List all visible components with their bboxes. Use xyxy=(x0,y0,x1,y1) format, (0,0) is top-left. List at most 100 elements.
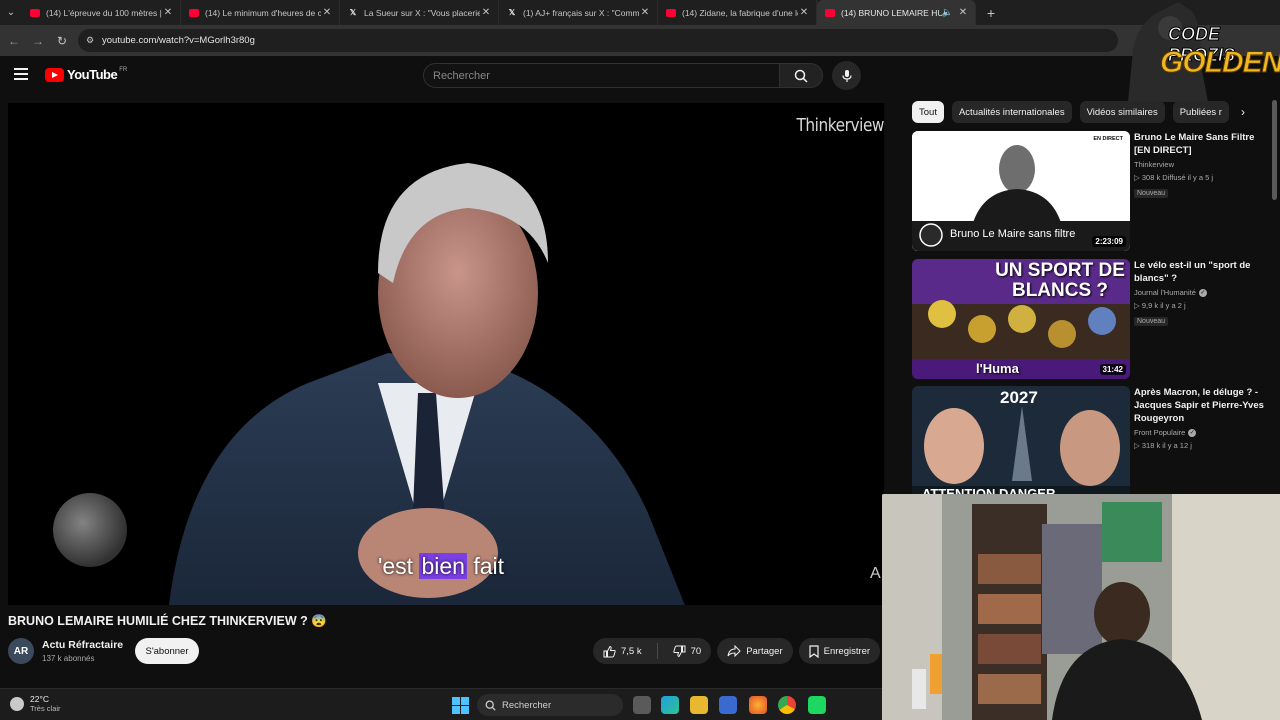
recommendation-meta: ▷ 9,9 k il y a 2 j xyxy=(1134,301,1186,310)
recommendation-title[interactable]: Bruno Le Maire Sans Filtre [EN DIRECT] xyxy=(1134,131,1270,157)
share-button[interactable]: Partager xyxy=(717,638,793,664)
chevron-right-icon[interactable]: › xyxy=(1234,103,1252,121)
menu-icon[interactable] xyxy=(14,68,28,80)
recommendation-channel: Front Populaire ✓ xyxy=(1134,428,1270,437)
thumbs-up-icon xyxy=(603,645,616,657)
tab-title: (14) BRUNO LEMAIRE HUMI xyxy=(841,7,942,18)
recommendation-info: Le vélo est-il un "sport de blancs" ? Jo… xyxy=(1134,259,1270,328)
close-icon[interactable]: ✕ xyxy=(321,7,333,18)
dislike-button[interactable]: 70 xyxy=(672,645,712,658)
close-icon[interactable]: ✕ xyxy=(798,7,810,18)
app-icon[interactable] xyxy=(808,696,826,714)
chip-international-news[interactable]: Actualités internationales xyxy=(951,101,1072,123)
recommendation-title[interactable]: Le vélo est-il un "sport de blancs" ? xyxy=(1134,259,1270,285)
firefox-icon[interactable] xyxy=(749,696,767,714)
search-input[interactable] xyxy=(424,64,779,87)
file-explorer-icon[interactable] xyxy=(690,696,708,714)
youtube-icon xyxy=(30,8,40,17)
browser-tab-active[interactable]: (14) BRUNO LEMAIRE HUMI 🔈 ✕ xyxy=(817,0,976,25)
windows-start-icon[interactable] xyxy=(452,697,469,714)
weather-temperature: 22°C xyxy=(30,694,49,704)
browser-tab[interactable]: 𝕏 La Sueur sur X : "Vous placeriez ✕ xyxy=(340,0,499,25)
close-icon[interactable]: ✕ xyxy=(480,7,492,18)
chrome-icon[interactable] xyxy=(778,696,796,714)
close-icon[interactable]: ✕ xyxy=(162,7,174,18)
tab-title: (1) AJ+ français sur X : "Comme xyxy=(523,7,639,18)
back-icon[interactable]: ← xyxy=(2,34,26,48)
close-icon[interactable]: ✕ xyxy=(957,7,969,18)
bookmark-icon xyxy=(809,644,819,658)
edge-icon[interactable] xyxy=(661,696,679,714)
chip-all[interactable]: Tout xyxy=(912,101,944,123)
new-tab-icon[interactable]: + xyxy=(980,5,1002,21)
thumbs-down-icon xyxy=(672,645,686,657)
recommendation-title[interactable]: Après Macron, le déluge ? - Jacques Sapi… xyxy=(1134,386,1270,425)
recommendation-item[interactable]: 2027 ATTENTION DANGER Après Macron, le d… xyxy=(912,386,1272,506)
taskbar-search-label: Rechercher xyxy=(502,699,552,711)
subscribe-button[interactable]: S'abonner xyxy=(135,638,199,664)
dislike-count: 70 xyxy=(690,645,702,657)
speaker-icon[interactable]: 🔈 xyxy=(942,7,953,18)
channel-name[interactable]: Thinkerview xyxy=(1134,160,1174,169)
recommendation-channel: Journal l'Humanité ✓ xyxy=(1134,288,1270,297)
save-button[interactable]: Enregistrer xyxy=(798,638,881,664)
task-view-icon[interactable] xyxy=(633,696,651,714)
youtube-logo[interactable]: YouTube FR xyxy=(45,67,127,82)
weather-widget[interactable]: 22°C Très clair xyxy=(10,694,61,713)
share-label: Partager xyxy=(746,645,783,657)
close-icon[interactable]: ✕ xyxy=(639,7,651,18)
microphone-icon xyxy=(841,69,852,82)
chip-similar-videos[interactable]: Vidéos similaires xyxy=(1079,101,1165,123)
browser-tab[interactable]: (14) Zidane, la fabrique d'une le ✕ xyxy=(658,0,817,25)
thumbnail-caption: UN SPORT DE BLANCS ? xyxy=(995,260,1125,301)
like-button[interactable]: 7,5 k xyxy=(603,645,652,658)
microsoft-store-icon[interactable] xyxy=(719,696,737,714)
webcam-image xyxy=(882,494,1280,720)
webcam-overlay xyxy=(882,494,1280,720)
search-icon xyxy=(794,69,808,83)
recommendation-meta: ▷ 308 k Diffusé il y a 5 j xyxy=(1134,173,1213,182)
channel-name[interactable]: Actu Réfractaire xyxy=(42,639,123,651)
browser-tab[interactable]: 𝕏 (1) AJ+ français sur X : "Comme ✕ xyxy=(499,0,658,25)
channel-name[interactable]: Journal l'Humanité xyxy=(1134,288,1196,297)
video-frame-interviewee xyxy=(169,163,685,605)
recommendation-thumbnail[interactable]: EN DIRECT Bruno Le Maire sans filtre 2:2… xyxy=(912,131,1130,251)
browser-tab[interactable]: (14) L'épreuve du 100 mètres | ✕ xyxy=(22,0,181,25)
sidebar-scrollbar[interactable] xyxy=(1272,100,1277,200)
forward-icon[interactable]: → xyxy=(26,34,50,48)
recommendation-thumbnail[interactable]: 2027 ATTENTION DANGER xyxy=(912,386,1130,506)
address-bar[interactable]: ⚙ youtube.com/watch?v=MGorlh3r80g xyxy=(78,29,1118,52)
weather-icon xyxy=(10,696,24,711)
recommendation-item[interactable]: UN SPORT DE BLANCS ? l'Huma 31:42 Le vél… xyxy=(912,259,1272,379)
youtube-icon xyxy=(666,8,676,17)
youtube-icon xyxy=(825,8,835,17)
tab-search-chevron-icon[interactable]: ⌄ xyxy=(0,0,22,25)
tab-title: (14) L'épreuve du 100 mètres | xyxy=(46,7,162,18)
recommendation-thumbnail[interactable]: UN SPORT DE BLANCS ? l'Huma 31:42 xyxy=(912,259,1130,379)
tab-title: La Sueur sur X : "Vous placeriez xyxy=(364,7,480,18)
edge-text: A xyxy=(870,565,881,582)
tab-title: (14) Le minimum d'heures de c xyxy=(205,7,321,18)
recommendation-item[interactable]: EN DIRECT Bruno Le Maire sans filtre 2:2… xyxy=(912,131,1272,251)
subtitle-text: fait xyxy=(466,553,505,579)
search-button[interactable] xyxy=(779,63,823,88)
video-duration: 31:42 xyxy=(1099,364,1126,375)
logo-text: YouTube xyxy=(67,67,118,82)
like-dislike-group: 7,5 k 70 xyxy=(593,638,712,664)
recommendation-meta: ▷ 318 k il y a 12 j xyxy=(1134,441,1192,450)
browser-tab[interactable]: (14) Le minimum d'heures de c ✕ xyxy=(181,0,340,25)
subtitle-highlight: bien xyxy=(419,553,467,579)
taskbar-search[interactable]: Rechercher xyxy=(477,694,623,716)
recommendation-channel: Thinkerview xyxy=(1134,160,1270,169)
youtube-play-icon xyxy=(45,67,64,82)
site-settings-icon[interactable]: ⚙ xyxy=(86,35,100,46)
voice-search-button[interactable] xyxy=(832,61,861,90)
video-subtitle: 'est bien fait xyxy=(378,553,504,580)
divider xyxy=(656,643,658,659)
channel-avatar[interactable]: AR xyxy=(8,638,34,664)
channel-name[interactable]: Front Populaire xyxy=(1134,428,1185,437)
reload-icon[interactable]: ↻ xyxy=(50,34,74,48)
thumbnail-caption: Bruno Le Maire sans filtre xyxy=(950,228,1076,240)
video-player[interactable]: Thinkerview 'est bien fait A xyxy=(8,103,884,605)
chip-published[interactable]: Publiées r xyxy=(1172,101,1229,123)
